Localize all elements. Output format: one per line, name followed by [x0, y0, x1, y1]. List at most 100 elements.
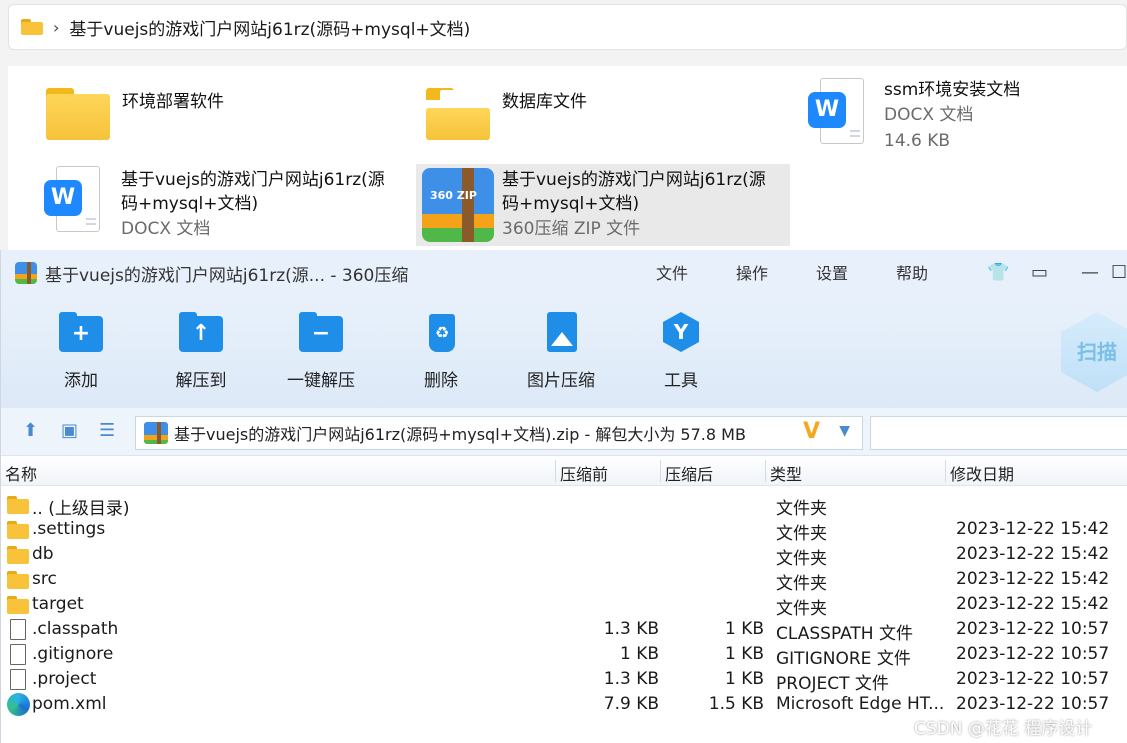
menu-file[interactable]: 文件 [656, 260, 688, 284]
folder-icon [21, 19, 43, 35]
add-folder-icon: + [59, 312, 103, 352]
row-type: PROJECT 文件 [776, 674, 889, 694]
folder-icon [7, 596, 29, 614]
word-docx-icon: W [808, 78, 866, 146]
row-name: .project [32, 669, 97, 689]
skin-tshirt-icon[interactable]: 👕 [987, 262, 1009, 283]
row-type: 文件夹 [776, 524, 827, 544]
thumbnail-view-icon[interactable]: ▣ [61, 420, 78, 441]
tools-icon: Y [663, 312, 699, 352]
zip-archive-icon [144, 422, 168, 444]
table-row[interactable]: .gitignore 1 KB 1 KB GITIGNORE 文件 2023-12-22… [1, 642, 1127, 669]
up-arrow-icon[interactable]: ⬆ [23, 420, 38, 441]
file-size: 14.6 KB [884, 131, 951, 151]
table-row[interactable]: .classpath 1.3 KB 1 KB CLASSPATH 文件 2023-12-… [1, 617, 1127, 644]
delete-button[interactable]: ♻ 删除 [415, 312, 467, 391]
column-date[interactable]: 修改日期 [950, 461, 1014, 485]
row-type: 文件夹 [776, 499, 827, 519]
image-compress-icon [547, 312, 577, 352]
table-row[interactable]: .. (上级目录) 文件夹 [1, 492, 1127, 519]
row-type: CLASSPATH 文件 [776, 624, 913, 644]
tools-button[interactable]: Y 工具 [655, 312, 707, 391]
folder-icon [7, 546, 29, 564]
image-compress-button[interactable]: 图片压缩 [525, 312, 597, 391]
row-type: Microsoft Edge HT... [776, 694, 945, 714]
one-click-extract-icon: − [299, 312, 343, 352]
table-row[interactable]: .settings 文件夹 2023-12-22 15:42 [1, 517, 1127, 544]
file-name-line1: 基于vuejs的游戏门户网站j61rz(源 [502, 170, 766, 190]
table-row[interactable]: .project 1.3 KB 1 KB PROJECT 文件 2023-12-22 1… [1, 667, 1127, 694]
row-date: 2023-12-22 10:57 [956, 694, 1110, 714]
folder-icon [7, 496, 29, 514]
table-row[interactable]: target 文件夹 2023-12-22 15:42 [1, 592, 1127, 619]
file-tile-env-software[interactable]: 环境部署软件 [46, 88, 406, 148]
archive-path: 基于vuejs的游戏门户网站j61rz(源码+mysql+文档).zip - 解… [174, 425, 746, 444]
row-name: .gitignore [32, 644, 114, 664]
zip-archive-icon: 360 ZIP [422, 168, 494, 242]
delete-bin-icon: ♻ [429, 314, 455, 352]
list-view-icon[interactable]: ☰ [99, 420, 115, 441]
maximize-icon[interactable]: ☐ [1111, 262, 1127, 283]
file-tile-ssm-doc[interactable]: W ssm环境安装文档 DOCX 文档 14.6 KB [808, 78, 1118, 158]
table-row[interactable]: db 文件夹 2023-12-22 15:42 [1, 542, 1127, 569]
column-size-after[interactable]: 压缩后 [665, 461, 713, 485]
column-size-before[interactable]: 压缩前 [560, 461, 608, 485]
scan-button[interactable]: 扫描 [1061, 312, 1127, 392]
folder-with-papers-icon [426, 88, 490, 140]
window-titlebar[interactable]: 基于vuejs的游戏门户网站j61rz(源... - 360压缩 文件 操作 设… [1, 250, 1127, 296]
column-name[interactable]: 名称 [5, 461, 37, 485]
search-input[interactable] [870, 416, 1127, 450]
row-date: 2023-12-22 10:57 [956, 619, 1110, 639]
row-size-after: 1 KB [724, 644, 764, 664]
file-icon [7, 619, 29, 640]
file-name: 数据库文件 [502, 92, 587, 112]
row-size-after: 1 KB [724, 619, 764, 639]
watermark: CSDN @花花 程序设计 [914, 719, 1093, 739]
chevron-right-icon: › [53, 17, 60, 37]
file-tile-database[interactable]: 数据库文件 [426, 88, 786, 148]
app-icon [15, 262, 37, 284]
feedback-icon[interactable]: ▭ [1031, 262, 1048, 283]
column-type[interactable]: 类型 [770, 461, 802, 485]
file-icon [7, 669, 29, 690]
archive-path-field[interactable]: 基于vuejs的游戏门户网站j61rz(源码+mysql+文档).zip - 解… [135, 416, 863, 450]
menu-operate[interactable]: 操作 [736, 260, 768, 284]
row-name: .classpath [32, 619, 119, 639]
dropdown-arrow-icon[interactable]: ▼ [839, 423, 850, 439]
one-click-extract-button[interactable]: − 一键解压 [285, 312, 357, 391]
row-date: 2023-12-22 15:42 [956, 594, 1110, 614]
row-type: GITIGNORE 文件 [776, 649, 911, 669]
add-button[interactable]: + 添加 [55, 312, 107, 391]
address-bar[interactable]: › 基于vuejs的游戏门户网站j61rz(源码+mysql+文档) [8, 4, 1127, 50]
row-name: db [32, 544, 54, 564]
row-name: .settings [32, 519, 106, 539]
file-icon [7, 644, 29, 665]
menu-settings[interactable]: 设置 [816, 260, 848, 284]
menu-help[interactable]: 帮助 [896, 260, 928, 284]
file-name-line2: 码+mysql+文档) [121, 194, 259, 214]
file-tile-project-docx[interactable]: W 基于vuejs的游戏门户网站j61rz(源 码+mysql+文档) DOCX… [44, 166, 414, 246]
breadcrumb[interactable]: 基于vuejs的游戏门户网站j61rz(源码+mysql+文档) [69, 15, 470, 40]
row-date: 2023-12-22 15:42 [956, 569, 1110, 589]
minimize-icon[interactable]: — [1081, 262, 1099, 283]
row-size-after: 1 KB [724, 669, 764, 689]
extract-to-icon: ↑ [179, 312, 223, 352]
row-date: 2023-12-22 15:42 [956, 519, 1110, 539]
toolbar: + 添加 ↑ 解压到 − 一键解压 ♻ 删除 图片压缩 Y 工具 扫描 [1, 296, 1127, 408]
file-tile-project-zip[interactable]: 360 ZIP 基于vuejs的游戏门户网站j61rz(源 码+mysql+文档… [416, 164, 790, 246]
file-type: 360压缩 ZIP 文件 [502, 219, 641, 239]
file-name: 环境部署软件 [122, 92, 224, 112]
window-title: 基于vuejs的游戏门户网站j61rz(源... - 360压缩 [45, 265, 409, 286]
extract-to-button[interactable]: ↑ 解压到 [169, 312, 233, 391]
row-date: 2023-12-22 15:42 [956, 544, 1110, 564]
table-header: 名称 压缩前 压缩后 类型 修改日期 [1, 456, 1127, 486]
row-size-after: 1.5 KB [708, 694, 764, 714]
row-size-before: 1.3 KB [603, 669, 659, 689]
table-row[interactable]: src 文件夹 2023-12-22 15:42 [1, 567, 1127, 594]
row-size-before: 1.3 KB [603, 619, 659, 639]
row-size-before: 1 KB [619, 644, 659, 664]
row-date: 2023-12-22 10:57 [956, 644, 1110, 664]
file-name-line1: 基于vuejs的游戏门户网站j61rz(源 [121, 170, 385, 190]
row-type: 文件夹 [776, 574, 827, 594]
row-size-before: 7.9 KB [603, 694, 659, 714]
